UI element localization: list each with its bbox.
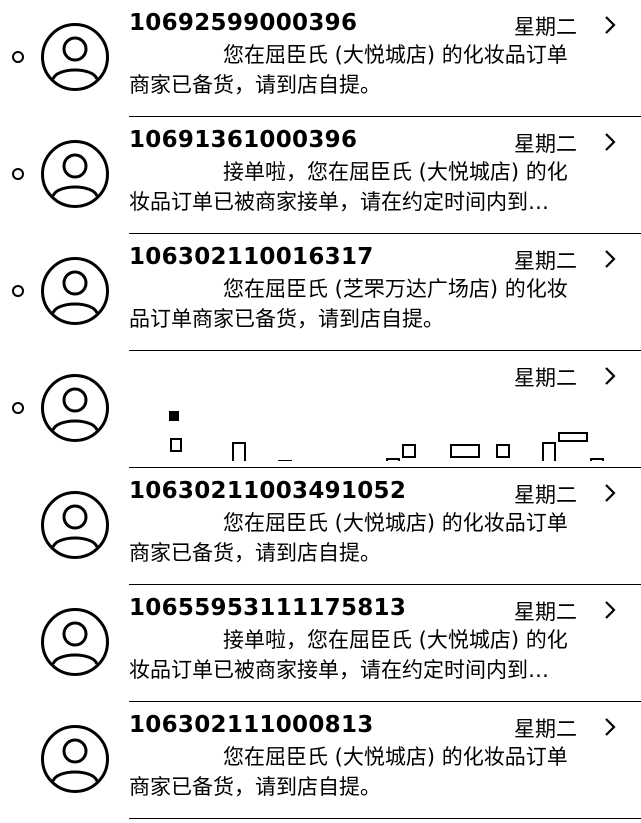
message-date: 星期二 <box>514 366 577 390</box>
message-row[interactable]: 10691361000396 星期二 接单啦，您在屈臣氏 (大悦城店) 的化 妆… <box>0 117 641 234</box>
sender-number: 10691361000396 <box>129 127 358 153</box>
preview-line-2: 商家已备货，请到店自提。 <box>129 73 381 97</box>
unread-indicator <box>12 168 24 180</box>
unread-indicator <box>12 402 24 414</box>
message-date: 星期二 <box>514 132 577 156</box>
chevron-right-icon[interactable] <box>600 248 620 270</box>
sender-number: 10692599000396 <box>129 10 358 36</box>
sender-number: 10630211003491052 <box>129 478 407 504</box>
message-row[interactable]: 10692599000396 星期二 您在屈臣氏 (大悦城店) 的化妆品订单 商… <box>0 0 641 117</box>
message-preview: 您在屈臣氏 (大悦城店) 的化妆品订单 商家已备货，请到店自提。 <box>129 40 609 100</box>
preview-line-1: 您在屈臣氏 (大悦城店) 的化妆品订单 <box>223 43 568 67</box>
message-preview: 您在屈臣氏 (大悦城店) 的化妆品订单 商家已备货，请到店自提。 <box>129 742 609 802</box>
message-date: 星期二 <box>514 249 577 273</box>
preview-line-1: 您在屈臣氏 (大悦城店) 的化妆品订单 <box>223 511 568 535</box>
person-avatar-icon <box>41 725 109 793</box>
sender-number: 10655953111175813 <box>129 595 407 621</box>
redacted-name <box>129 515 211 533</box>
message-preview: 您在屈臣氏 (大悦城店) 的化妆品订单 商家已备货，请到店自提。 <box>129 508 609 568</box>
message-date: 星期二 <box>514 483 577 507</box>
chevron-right-icon[interactable] <box>600 131 620 153</box>
chevron-right-icon[interactable] <box>600 14 620 36</box>
message-date: 星期二 <box>514 15 577 39</box>
person-avatar-icon <box>41 23 109 91</box>
preview-line-2: 商家已备货，请到店自提。 <box>129 775 381 799</box>
message-row[interactable]: 10655953111175813 星期二 接单啦，您在屈臣氏 (大悦城店) 的… <box>0 585 641 702</box>
sender-number: 106302110016317 <box>129 244 374 270</box>
message-row[interactable]: 10630211003491052 星期二 您在屈臣氏 (大悦城店) 的化妆品订… <box>0 468 641 585</box>
redacted-name <box>129 47 211 65</box>
unread-indicator <box>12 51 24 63</box>
preview-line-1: 您在屈臣氏 (芝罘万达广场店) 的化妆 <box>223 277 568 301</box>
preview-line-2: 商家已备货，请到店自提。 <box>129 541 381 565</box>
preview-line-2: 品订单商家已备货，请到店自提。 <box>129 307 444 331</box>
person-avatar-icon <box>41 257 109 325</box>
redacted-name <box>129 164 211 182</box>
redacted-name <box>129 749 211 767</box>
message-list: 10692599000396 星期二 您在屈臣氏 (大悦城店) 的化妆品订单 商… <box>0 0 641 823</box>
preview-line-1: 接单啦，您在屈臣氏 (大悦城店) 的化 <box>223 160 568 184</box>
unread-indicator <box>12 285 24 297</box>
preview-line-1: 接单啦，您在屈臣氏 (大悦城店) 的化 <box>223 628 568 652</box>
chevron-right-icon[interactable] <box>600 482 620 504</box>
chevron-right-icon[interactable] <box>600 716 620 738</box>
redacted-name <box>129 632 211 650</box>
message-preview: 接单啦，您在屈臣氏 (大悦城店) 的化 妆品订单已被商家接单，请在约定时间内到… <box>129 625 609 685</box>
message-date: 星期二 <box>514 717 577 741</box>
chevron-right-icon[interactable] <box>600 599 620 621</box>
message-preview: 接单啦，您在屈臣氏 (大悦城店) 的化 妆品订单已被商家接单，请在约定时间内到… <box>129 157 609 217</box>
message-row[interactable]: 星期二 <box>0 351 641 468</box>
obscured-preview <box>169 411 604 461</box>
preview-line-2: 妆品订单已被商家接单，请在约定时间内到… <box>129 658 549 682</box>
person-avatar-icon <box>41 608 109 676</box>
person-avatar-icon <box>41 491 109 559</box>
person-avatar-icon <box>41 140 109 208</box>
preview-line-1: 您在屈臣氏 (大悦城店) 的化妆品订单 <box>223 745 568 769</box>
message-preview: 您在屈臣氏 (芝罘万达广场店) 的化妆 品订单商家已备货，请到店自提。 <box>129 274 609 334</box>
preview-line-2: 妆品订单已被商家接单，请在约定时间内到… <box>129 190 549 214</box>
person-avatar-icon <box>41 374 109 442</box>
chevron-right-icon[interactable] <box>600 365 620 387</box>
message-row[interactable]: 106302110016317 星期二 您在屈臣氏 (芝罘万达广场店) 的化妆 … <box>0 234 641 351</box>
message-date: 星期二 <box>514 600 577 624</box>
sender-number: 106302111000813 <box>129 712 374 738</box>
row-separator <box>129 817 641 819</box>
redacted-name <box>129 281 211 299</box>
message-row[interactable]: 106302111000813 星期二 您在屈臣氏 (大悦城店) 的化妆品订单 … <box>0 702 641 819</box>
